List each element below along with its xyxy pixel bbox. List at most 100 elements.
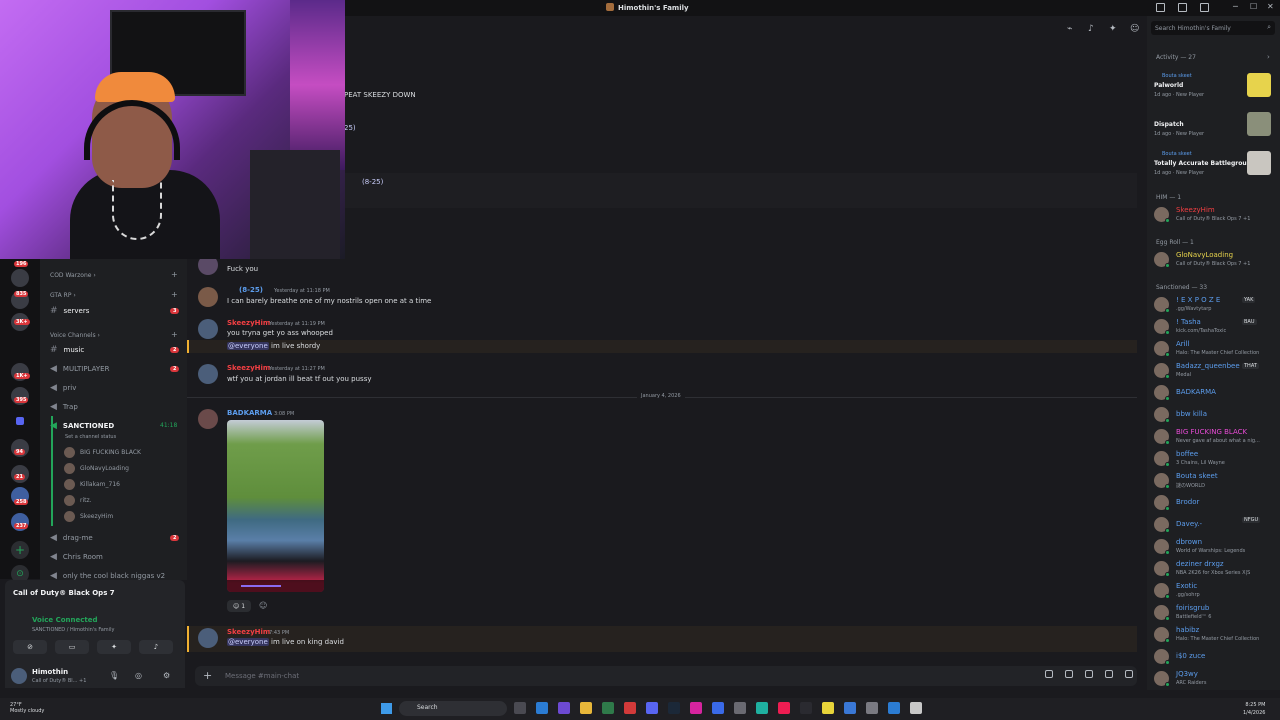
gif-icon[interactable] [1065, 670, 1073, 678]
task-view-icon[interactable] [514, 702, 526, 714]
member-item[interactable]: SkeezyHim Call of Duty® Black Ops 7 +1 [1154, 205, 1277, 225]
screen-share-button[interactable]: ▭ [55, 640, 89, 654]
member-item[interactable]: foirisgrub Battlefield™ 6 [1154, 603, 1277, 623]
voice-user[interactable]: GloNavyLoading [64, 463, 129, 474]
attach-plus-icon[interactable]: + [203, 669, 212, 682]
steam-icon[interactable] [668, 702, 680, 714]
add-server-icon[interactable]: + [11, 541, 29, 559]
app-icon[interactable] [866, 702, 878, 714]
channel-multiplayer[interactable]: ◀ MULTIPLAYER [50, 364, 109, 374]
message-author[interactable]: (8-25) [239, 286, 263, 294]
channel-sanctioned[interactable]: ◀ SANCTIONED [50, 421, 114, 431]
gift-icon[interactable] [1045, 670, 1053, 678]
app-icon[interactable] [712, 702, 724, 714]
add-channel-button[interactable]: + [171, 270, 178, 279]
category-voice-channels[interactable]: Voice Channels › [50, 332, 100, 339]
search-icon[interactable]: ⌕ [1267, 23, 1271, 32]
close-button[interactable]: ✕ [1267, 2, 1274, 11]
folder-icon[interactable] [16, 417, 24, 425]
headphones-icon[interactable]: ◎ [135, 671, 142, 680]
file-explorer-icon[interactable] [580, 702, 592, 714]
member-item[interactable]: GloNavyLoading Call of Duty® Black Ops 7 … [1154, 250, 1277, 270]
activity-card[interactable]: Bouta skeet Palworld 1d ago · New Player [1154, 73, 1274, 109]
activity-card[interactable]: Bouta skeet Totally Accurate Battlegrou.… [1154, 151, 1274, 187]
app-icon[interactable] [844, 702, 856, 714]
search-input[interactable] [1155, 23, 1255, 33]
avatar[interactable] [198, 319, 218, 339]
channel-trap[interactable]: ◀ Trap [50, 402, 78, 412]
user-name[interactable]: Himothin [32, 668, 68, 676]
settings-gear-icon[interactable]: ⚙ [163, 671, 170, 680]
voice-connected-status[interactable]: Voice Connected [32, 616, 98, 624]
avatar[interactable] [198, 409, 218, 429]
voice-user[interactable]: Killakam_716 [64, 479, 120, 490]
voice-user[interactable]: BIG FUCKING BLACK [64, 447, 141, 458]
channel-priv[interactable]: ◀ priv [50, 383, 76, 393]
app-icon[interactable] [910, 702, 922, 714]
channel-drag-me[interactable]: ◀ drag-me [50, 533, 93, 543]
app-icon[interactable] [888, 702, 900, 714]
category-gta-rp[interactable]: GTA RP › [50, 292, 76, 299]
everyone-mention[interactable]: @everyone [227, 342, 269, 350]
member-item[interactable]: Exotic .gg/sohrp [1154, 581, 1277, 601]
soundboard-button[interactable]: ♪ [139, 640, 173, 654]
video-progress[interactable] [241, 585, 281, 587]
add-channel-button[interactable]: + [171, 290, 178, 299]
member-item[interactable]: Badazz_queenbee THAT Medal [1154, 361, 1277, 381]
windows-start-icon[interactable] [381, 703, 392, 714]
member-list-icon[interactable]: ☺ [1130, 24, 1139, 34]
notes-icon[interactable] [822, 702, 834, 714]
member-item[interactable]: ! Tasha BAU kick.com/TashaToxic [1154, 317, 1277, 337]
member-item[interactable]: Arill Halo: The Master Chief Collection [1154, 339, 1277, 359]
message-author[interactable]: SkeezyHim [227, 364, 270, 372]
add-reaction-icon[interactable]: ☺ [259, 601, 267, 610]
message-author[interactable]: SkeezyHim [227, 628, 270, 636]
store-icon[interactable] [602, 702, 614, 714]
member-item[interactable]: dbrown World of Warships: Legends [1154, 537, 1277, 557]
activities-button[interactable]: ✦ [97, 640, 131, 654]
message-author[interactable]: BADKARMA [227, 409, 272, 417]
member-item[interactable]: boffee 3 Chains, Lil Wayne [1154, 449, 1277, 469]
avatar[interactable] [198, 364, 218, 384]
activity-card[interactable]: Dispatch 1d ago · New Player [1154, 112, 1274, 148]
pinned-messages-icon[interactable]: ✦ [1109, 24, 1118, 34]
copilot-icon[interactable] [558, 702, 570, 714]
microphone-icon[interactable]: 🎙 [109, 671, 119, 680]
member-item[interactable]: Bouta skeet 謎のWORLD [1154, 471, 1277, 491]
member-item[interactable]: deziner drxgz NBA 2K26 for Xbox Series X|… [1154, 559, 1277, 579]
avatar[interactable] [198, 628, 218, 648]
member-item[interactable]: ! E X P O Z E YAK .gg/Wavtytarp [1154, 295, 1277, 315]
instagram-icon[interactable] [690, 702, 702, 714]
pin-icon[interactable] [1156, 3, 1165, 12]
video-attachment[interactable] [227, 420, 324, 592]
camera-off-button[interactable]: ⊘ [13, 640, 47, 654]
chevron-right-icon[interactable]: › [1267, 53, 1270, 61]
member-item[interactable]: habibz Halo: The Master Chief Collection [1154, 625, 1277, 645]
help-icon[interactable] [1200, 3, 1209, 12]
server-icon[interactable] [11, 269, 29, 287]
apps-icon[interactable] [1125, 670, 1133, 678]
member-item[interactable]: BADKARMA [1154, 383, 1277, 403]
member-item[interactable]: bbw killa [1154, 405, 1277, 425]
system-clock[interactable]: 8:25 PM 1/4/2026 [1243, 701, 1265, 717]
obs-icon[interactable] [734, 702, 746, 714]
member-item[interactable]: BIG FUCKING BLACK Never gave af about wha… [1154, 427, 1277, 447]
member-item[interactable]: JQ3wy ARC Raiders [1154, 669, 1277, 689]
activity-header[interactable]: Activity — 27 [1156, 54, 1196, 61]
weather-widget[interactable]: 27°F Mostly cloudy [10, 702, 44, 714]
channel-status[interactable]: Set a channel status [65, 434, 116, 440]
reaction-button[interactable]: ☺ 1 [227, 600, 251, 612]
maximize-button[interactable]: ☐ [1250, 2, 1257, 11]
everyone-mention[interactable]: @everyone [227, 638, 269, 646]
avatar[interactable] [198, 287, 218, 307]
user-avatar[interactable] [11, 668, 27, 684]
voice-location[interactable]: SANCTIONED / Himothin's Family [32, 627, 114, 633]
channel-chris-room[interactable]: ◀ Chris Room [50, 552, 103, 562]
minimize-button[interactable]: ─ [1233, 2, 1238, 11]
app-icon[interactable] [756, 702, 768, 714]
notification-bell-icon[interactable]: ♪ [1088, 24, 1097, 34]
edge-icon[interactable] [536, 702, 548, 714]
channel-servers[interactable]: # servers [50, 306, 89, 316]
add-channel-button[interactable]: + [171, 330, 178, 339]
message-author[interactable]: SkeezyHim [227, 319, 270, 327]
